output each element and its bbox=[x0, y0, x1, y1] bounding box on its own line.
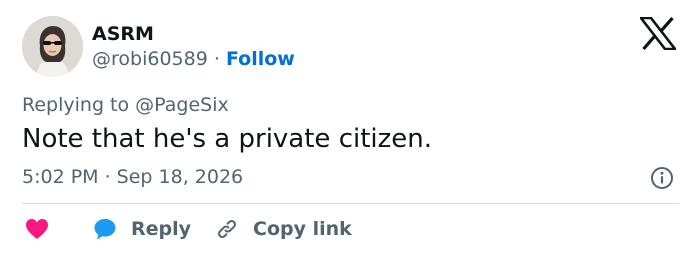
heart-icon bbox=[25, 218, 49, 240]
user-handle[interactable]: @robi60589 bbox=[92, 48, 208, 70]
divider bbox=[22, 203, 679, 204]
x-logo-icon[interactable] bbox=[638, 16, 678, 51]
tweet-card: ASRM @robi60589 · Follow Replying to @Pa… bbox=[0, 0, 700, 256]
display-name[interactable]: ASRM bbox=[92, 22, 154, 46]
speech-bubble-icon bbox=[93, 217, 117, 241]
reply-button[interactable]: Reply bbox=[93, 216, 191, 242]
tweet-text: Note that he's a private citizen. bbox=[22, 124, 433, 154]
replying-handle[interactable]: @PageSix bbox=[135, 94, 229, 116]
separator-dot: · bbox=[213, 48, 220, 70]
replying-to-line: Replying to @PageSix bbox=[22, 93, 229, 117]
like-button[interactable] bbox=[25, 216, 49, 242]
copy-link-button[interactable]: Copy link bbox=[215, 216, 352, 242]
avatar[interactable] bbox=[22, 16, 83, 77]
handle-line: @robi60589 · Follow bbox=[92, 47, 295, 71]
info-icon[interactable] bbox=[650, 166, 674, 190]
replying-prefix: Replying to bbox=[22, 94, 130, 116]
avatar-image bbox=[22, 16, 83, 77]
follow-button[interactable]: Follow bbox=[226, 48, 295, 70]
link-icon bbox=[215, 217, 239, 241]
tweet-timestamp[interactable]: 5:02 PM · Sep 18, 2026 bbox=[22, 165, 243, 189]
reply-label: Reply bbox=[131, 218, 192, 240]
copy-link-label: Copy link bbox=[253, 218, 352, 240]
